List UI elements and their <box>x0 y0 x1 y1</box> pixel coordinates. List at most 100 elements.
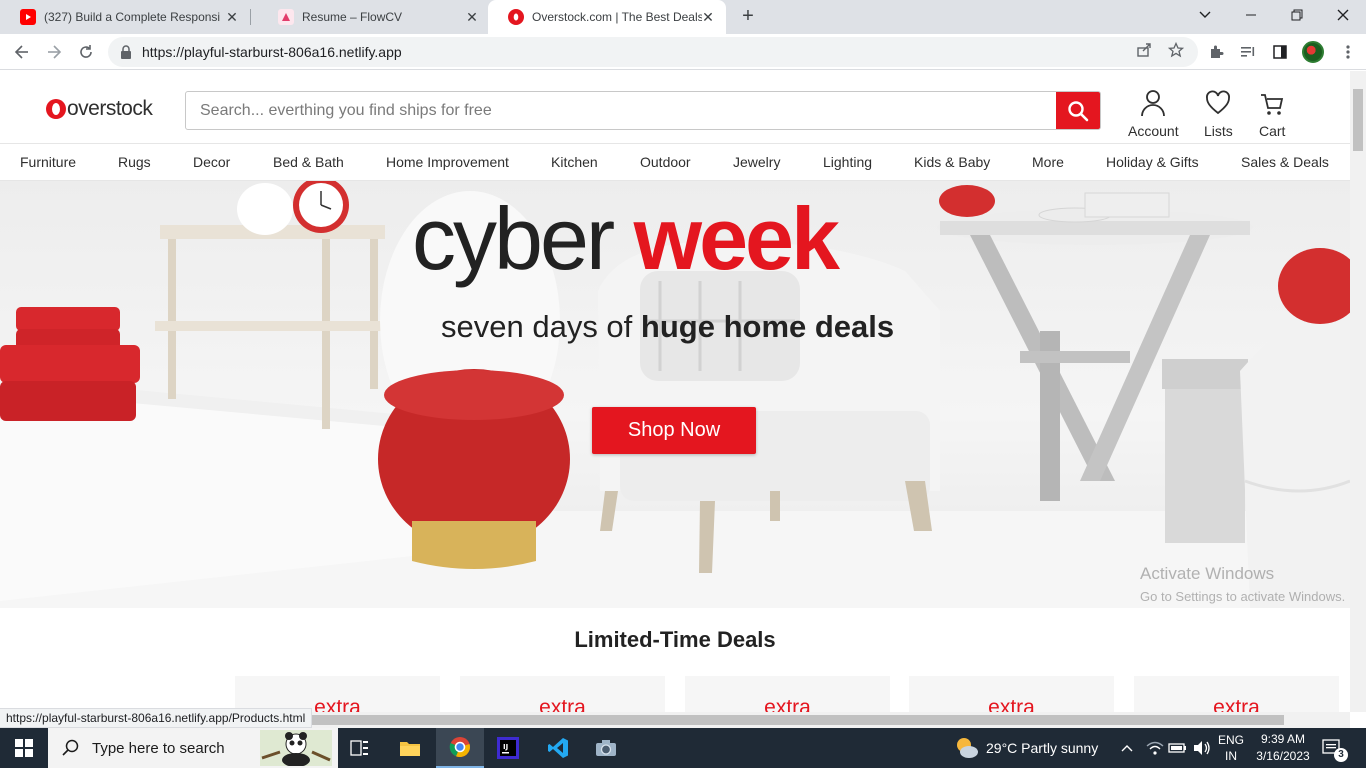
tab-youtube[interactable]: (327) Build a Complete Responsiv ✕ <box>0 0 250 34</box>
side-panel-icon[interactable] <box>1270 42 1290 62</box>
youtube-icon <box>20 9 36 25</box>
hero-headline-part1: cyber <box>412 189 615 288</box>
forward-icon[interactable] <box>42 40 66 64</box>
file-explorer-icon[interactable] <box>386 728 434 768</box>
wifi-icon[interactable] <box>1145 728 1165 768</box>
panda-search-highlight-icon <box>260 730 332 766</box>
site-search <box>185 91 1101 130</box>
tab-close-icon[interactable]: ✕ <box>700 9 716 25</box>
media-queue-icon[interactable] <box>1238 42 1258 62</box>
share-icon[interactable] <box>1135 41 1153 59</box>
search-button[interactable] <box>1056 92 1100 129</box>
nav-item-bed-bath[interactable]: Bed & Bath <box>273 154 344 170</box>
tab-search-chevron-icon[interactable] <box>1182 0 1228 30</box>
tab-flowcv[interactable]: Resume – FlowCV ✕ <box>258 0 490 34</box>
taskbar-search-placeholder: Type here to search <box>92 739 225 757</box>
tab-separator <box>250 9 251 25</box>
lists-label: Lists <box>1204 123 1233 139</box>
svg-text:IJ: IJ <box>503 743 508 751</box>
link-status-bubble: https://playful-starburst-806a16.netlify… <box>0 708 313 728</box>
tab-title: (327) Build a Complete Responsiv <box>44 10 220 24</box>
restore-icon[interactable] <box>1274 0 1320 30</box>
nav-item-outdoor[interactable]: Outdoor <box>640 154 691 170</box>
browser-menu-icon[interactable] <box>1338 42 1358 62</box>
logo-text: overstock <box>67 97 153 120</box>
tab-close-icon[interactable]: ✕ <box>224 9 240 25</box>
windows-start-icon[interactable] <box>0 728 48 768</box>
language-region: IN <box>1225 749 1237 763</box>
jetbrains-ide-icon[interactable]: IJ <box>484 728 532 768</box>
bookmark-star-icon[interactable] <box>1167 41 1185 59</box>
battery-icon[interactable] <box>1168 728 1188 768</box>
flowcv-icon <box>278 9 294 25</box>
hero-banner[interactable]: cyber week seven days of huge home deals… <box>0 181 1350 608</box>
minimize-icon[interactable] <box>1228 0 1274 30</box>
nav-item-jewelry[interactable]: Jewelry <box>733 154 780 170</box>
task-view-icon[interactable] <box>336 728 384 768</box>
activate-windows-hint: Go to Settings to activate Windows. <box>1140 589 1346 604</box>
weather-widget[interactable]: 29°C Partly sunny <box>954 728 1098 768</box>
vertical-scrollbar[interactable] <box>1350 71 1366 712</box>
windows-taskbar: Type here to search IJ 29°C Partly sunny… <box>0 728 1366 768</box>
browser-toolbar: https://playful-starburst-806a16.netlify… <box>0 34 1366 70</box>
site-header: overstock Account Lists Cart <box>0 71 1350 143</box>
nav-item-home-improvement[interactable]: Home Improvement <box>386 154 509 170</box>
chrome-taskbar-icon[interactable] <box>436 728 484 768</box>
nav-item-lighting[interactable]: Lighting <box>823 154 872 170</box>
cart-icon <box>1261 94 1284 115</box>
activate-windows-watermark: Activate Windows <box>1140 564 1275 583</box>
close-window-icon[interactable] <box>1320 0 1366 30</box>
show-hidden-icons-chevron-icon[interactable] <box>1120 728 1134 768</box>
address-url: https://playful-starburst-806a16.netlify… <box>142 44 402 60</box>
browser-tab-strip: (327) Build a Complete Responsiv ✕ Resum… <box>0 0 1366 34</box>
deal-card[interactable]: extra <box>909 676 1114 716</box>
search-icon <box>1068 100 1089 121</box>
camera-app-icon[interactable] <box>582 728 630 768</box>
address-bar[interactable]: https://playful-starburst-806a16.netlify… <box>108 37 1198 67</box>
vscode-icon[interactable] <box>534 728 582 768</box>
category-nav: Furniture Rugs Decor Bed & Bath Home Imp… <box>0 143 1350 181</box>
cart-link[interactable]: Cart <box>1259 89 1285 139</box>
partly-sunny-icon <box>957 738 978 758</box>
reload-icon[interactable] <box>74 40 98 64</box>
deal-card[interactable]: extra <box>460 676 665 716</box>
heart-icon <box>1206 90 1231 115</box>
back-icon[interactable] <box>10 40 34 64</box>
account-link[interactable]: Account <box>1128 89 1179 139</box>
overstock-logo[interactable]: overstock <box>46 97 153 121</box>
nav-item-kitchen[interactable]: Kitchen <box>551 154 598 170</box>
profile-avatar-icon[interactable] <box>1302 41 1324 63</box>
taskbar-search-box[interactable]: Type here to search <box>48 728 338 768</box>
nav-item-more[interactable]: More <box>1032 154 1064 170</box>
deals-section-title: Limited-Time Deals <box>574 627 776 652</box>
tab-overstock[interactable]: Overstock.com | The Best Deals O ✕ <box>488 0 726 34</box>
account-label: Account <box>1128 123 1179 139</box>
notification-center-icon[interactable]: 3 <box>1322 728 1348 768</box>
deal-card[interactable]: extra <box>1134 676 1339 716</box>
tab-close-icon[interactable]: ✕ <box>464 9 480 25</box>
taskbar-search-icon <box>62 739 79 756</box>
lists-link[interactable]: Lists <box>1204 89 1233 139</box>
nav-item-decor[interactable]: Decor <box>193 154 230 170</box>
taskbar-clock[interactable]: 9:39 AM 3/16/2023 <box>1250 731 1316 765</box>
shop-now-button[interactable]: Shop Now <box>592 407 756 454</box>
overstock-icon <box>508 9 524 25</box>
nav-item-kids-baby[interactable]: Kids & Baby <box>914 154 990 170</box>
volume-icon[interactable] <box>1192 728 1212 768</box>
nav-item-holiday-gifts[interactable]: Holiday & Gifts <box>1106 154 1199 170</box>
hero-headline-part2: week <box>633 189 840 288</box>
nav-item-furniture[interactable]: Furniture <box>20 154 76 170</box>
nav-item-sales-deals[interactable]: Sales & Deals <box>1241 154 1329 170</box>
deal-card[interactable]: extra <box>685 676 890 716</box>
extensions-icon[interactable] <box>1206 42 1226 62</box>
new-tab-icon[interactable]: + <box>737 5 759 27</box>
input-language-indicator[interactable]: ENG IN <box>1216 732 1246 764</box>
overstock-logo-icon <box>46 99 66 119</box>
clock-date: 3/16/2023 <box>1256 749 1310 763</box>
nav-item-rugs[interactable]: Rugs <box>118 154 151 170</box>
hero-subline-part2: huge home deals <box>640 309 895 344</box>
vertical-scroll-thumb[interactable] <box>1353 89 1363 151</box>
clock-time: 9:39 AM <box>1260 732 1306 746</box>
hero-subline-part1: seven days of <box>441 309 633 344</box>
search-input[interactable] <box>186 92 1056 129</box>
